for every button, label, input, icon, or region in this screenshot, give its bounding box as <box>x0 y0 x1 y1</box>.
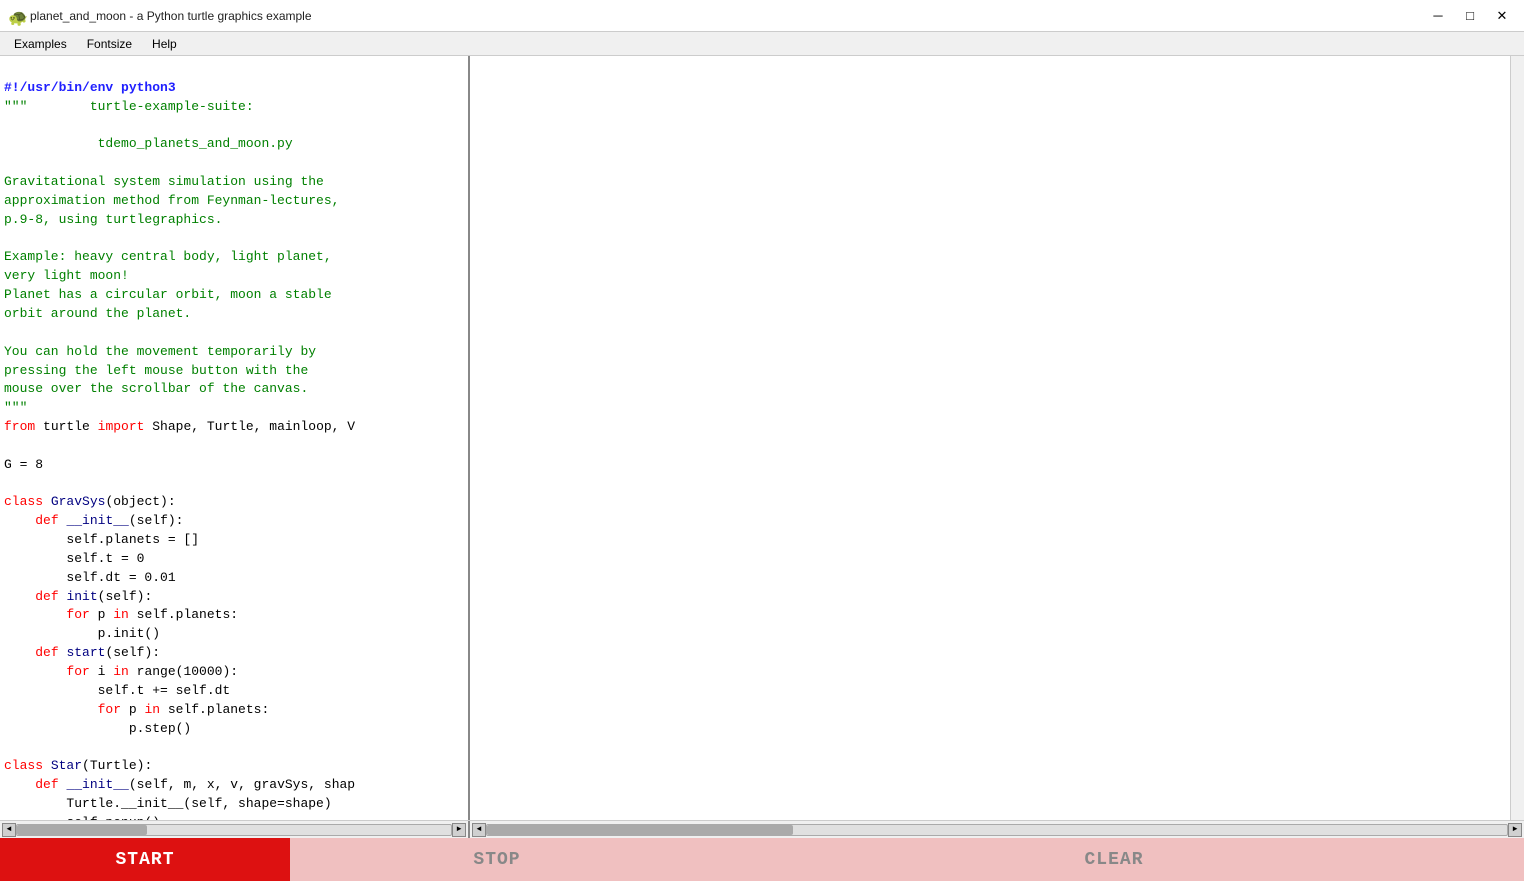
start-button[interactable]: START <box>0 838 290 881</box>
hscroll-right[interactable]: ◄ ► <box>470 821 1524 838</box>
close-button[interactable]: ✕ <box>1488 5 1516 27</box>
app-icon: 🐢 <box>8 8 24 24</box>
clear-button-area: CLEAR <box>704 838 1524 881</box>
title-bar-left: 🐢 planet_and_moon - a Python turtle grap… <box>8 8 312 24</box>
hscroll-right-arrow-left[interactable]: ► <box>452 823 466 837</box>
stop-button[interactable]: STOP <box>290 838 704 881</box>
clear-button[interactable]: CLEAR <box>704 838 1524 881</box>
hscroll-row: ◄ ► ◄ ► <box>0 820 1524 838</box>
code-editor[interactable]: #!/usr/bin/env python3 """ turtle-exampl… <box>0 56 468 820</box>
hscroll-left-track[interactable] <box>16 824 452 836</box>
menu-fontsize[interactable]: Fontsize <box>77 35 142 53</box>
hscroll-left-arrow[interactable]: ◄ <box>2 823 16 837</box>
hscroll-right-arrow-right[interactable]: ► <box>1508 823 1522 837</box>
bottom-bar: START STOP CLEAR <box>0 838 1524 881</box>
hscroll-right-thumb[interactable] <box>487 825 793 835</box>
main-content: #!/usr/bin/env python3 """ turtle-exampl… <box>0 56 1524 820</box>
hscroll-right-track[interactable] <box>486 824 1508 836</box>
window-title: planet_and_moon - a Python turtle graphi… <box>30 9 312 23</box>
hscroll-left-arrow-right[interactable]: ◄ <box>472 823 486 837</box>
canvas-scrollbar-right[interactable] <box>1510 56 1524 820</box>
window-controls[interactable]: ─ □ ✕ <box>1424 5 1516 27</box>
menu-bar: Examples Fontsize Help <box>0 32 1524 56</box>
code-content: #!/usr/bin/env python3 """ turtle-exampl… <box>4 60 468 820</box>
code-panel: #!/usr/bin/env python3 """ turtle-exampl… <box>0 56 470 820</box>
maximize-button[interactable]: □ <box>1456 5 1484 27</box>
stop-button-area: STOP <box>290 838 704 881</box>
hscroll-left-thumb[interactable] <box>17 825 147 835</box>
start-button-area: START <box>0 838 290 881</box>
canvas-panel <box>470 56 1524 820</box>
hscroll-left[interactable]: ◄ ► <box>0 821 470 838</box>
minimize-button[interactable]: ─ <box>1424 5 1452 27</box>
menu-examples[interactable]: Examples <box>4 35 77 53</box>
menu-help[interactable]: Help <box>142 35 187 53</box>
title-bar: 🐢 planet_and_moon - a Python turtle grap… <box>0 0 1524 32</box>
